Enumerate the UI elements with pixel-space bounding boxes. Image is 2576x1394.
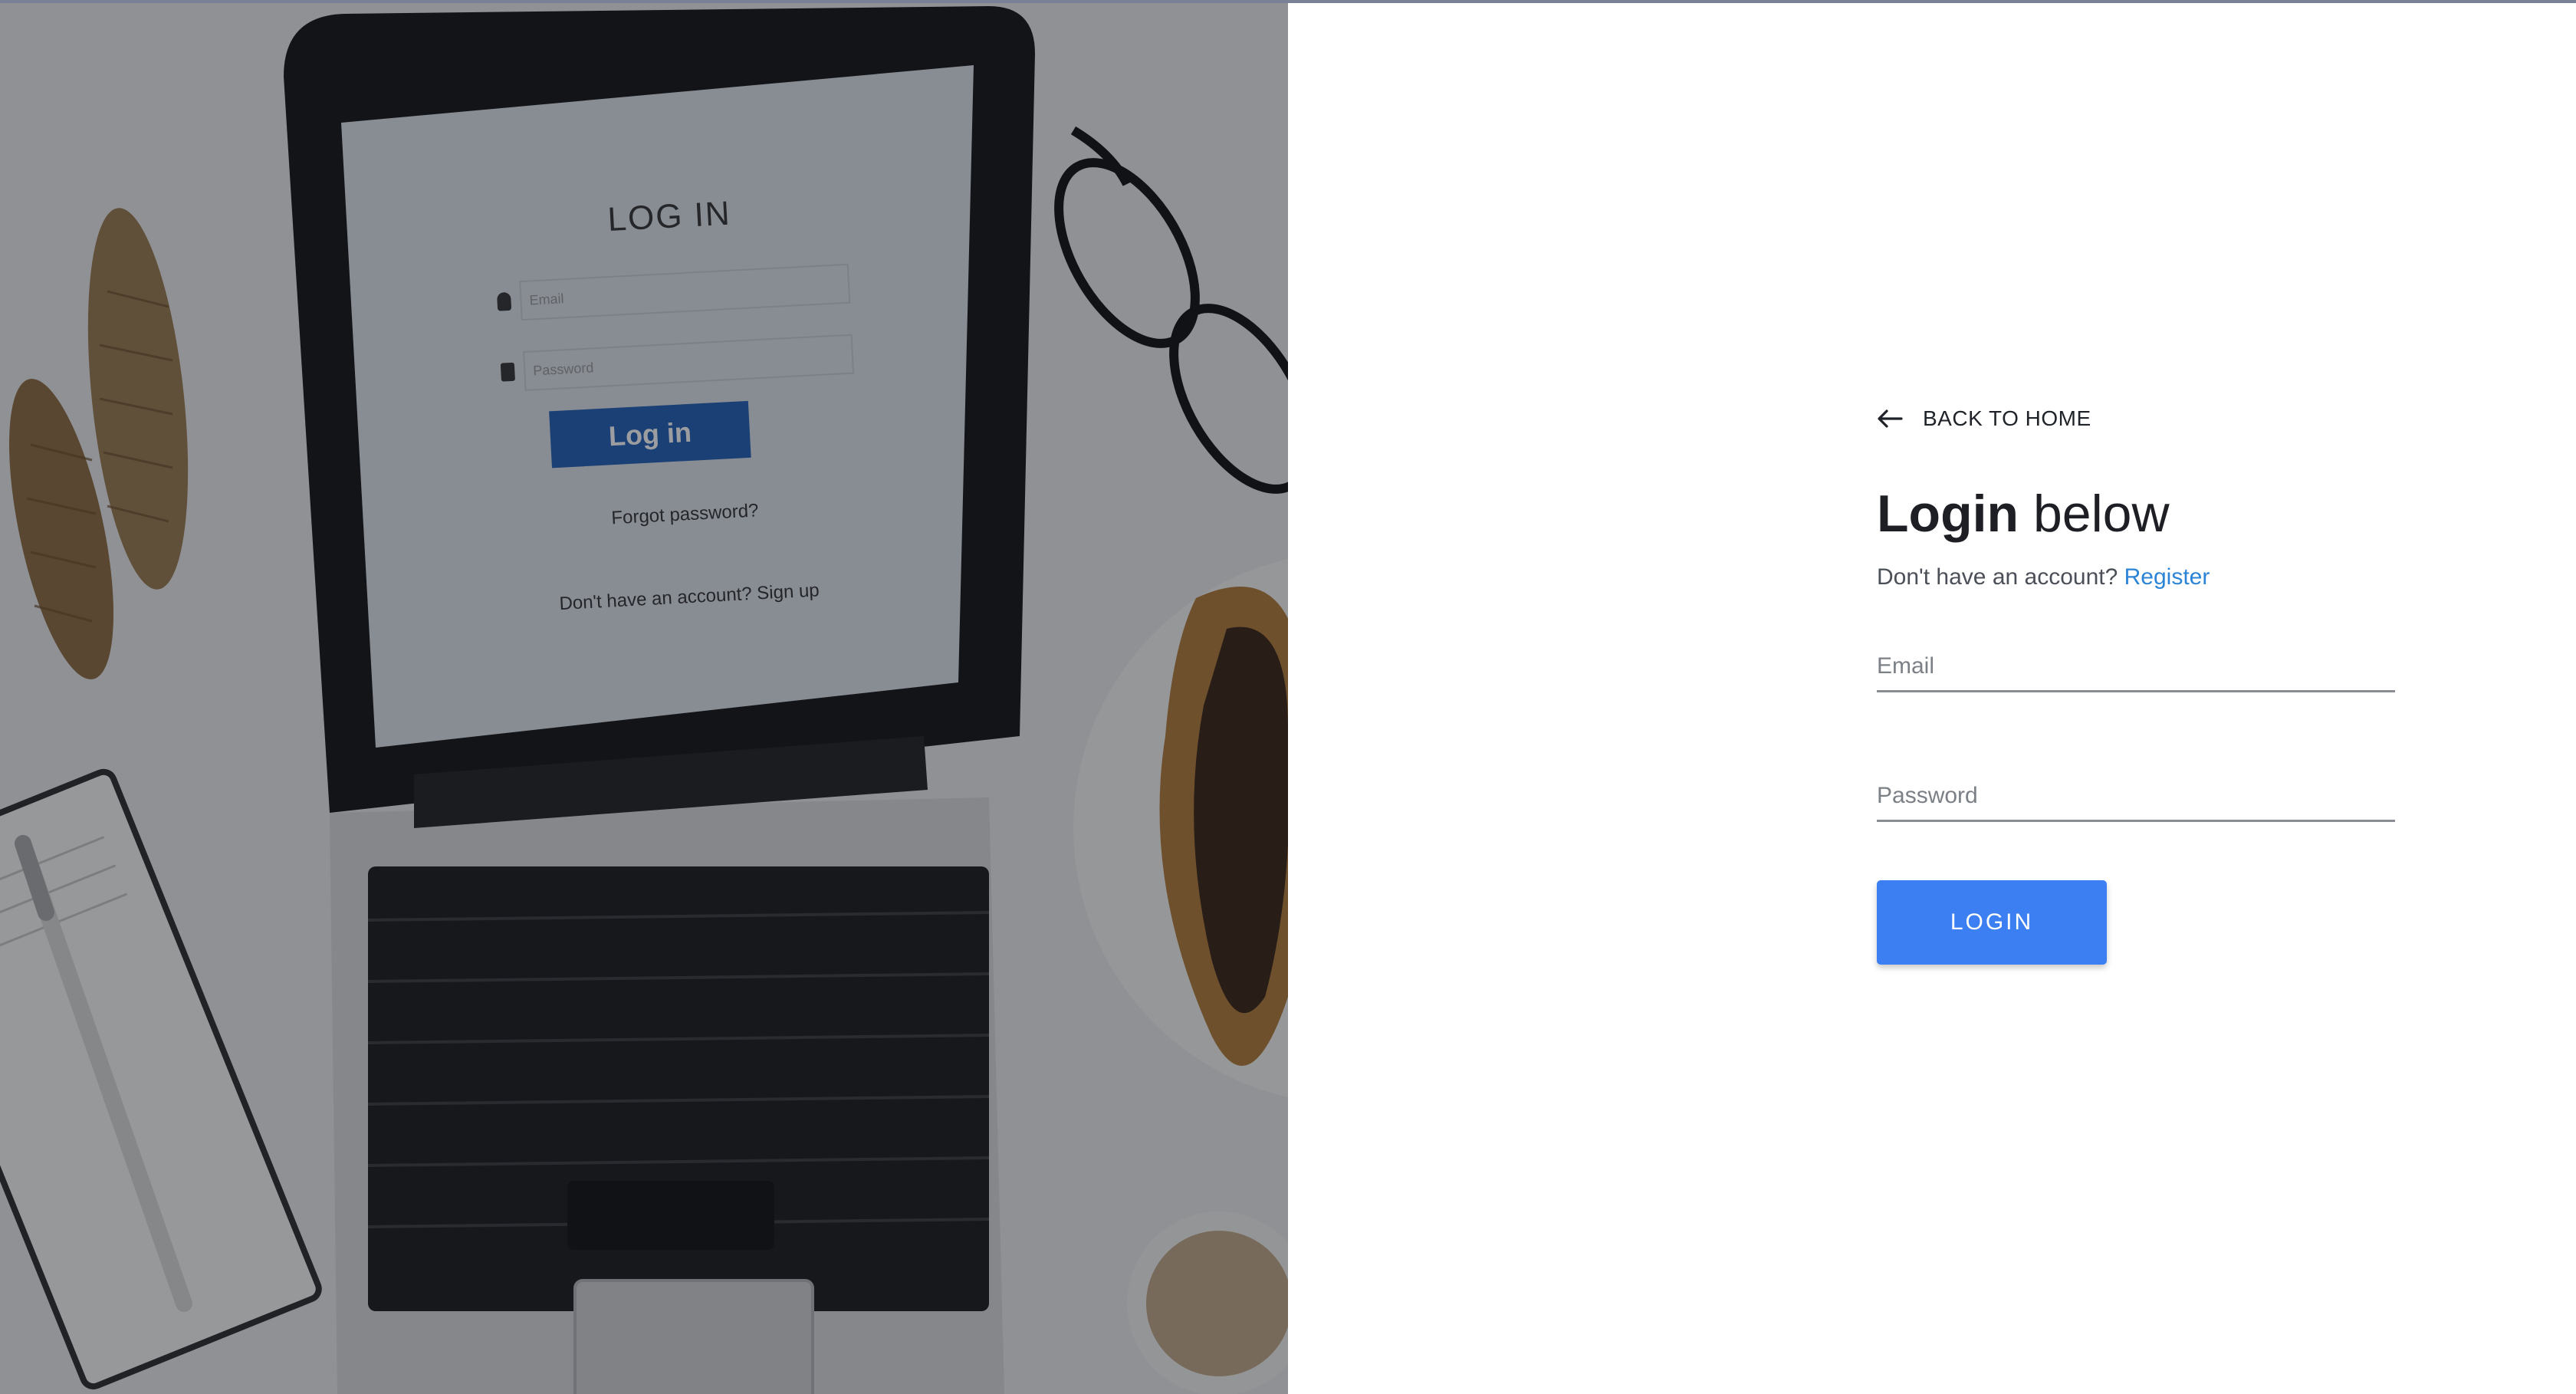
register-link[interactable]: Register xyxy=(2124,564,2210,590)
top-border xyxy=(0,0,2576,3)
password-field[interactable] xyxy=(1877,783,2395,809)
login-form: BACK TO HOME Login below Don't have an a… xyxy=(1877,397,2398,965)
register-prompt-text: Don't have an account? xyxy=(1877,564,2124,590)
login-page: LOG IN Email Password Log in Forgot pass… xyxy=(0,0,2576,1394)
page-title: Login below xyxy=(1877,483,2398,544)
back-to-home-link[interactable]: BACK TO HOME xyxy=(1877,397,2091,440)
title-light: below xyxy=(2019,485,2170,543)
password-field-container xyxy=(1877,758,2395,822)
arrow-left-icon xyxy=(1877,406,1903,432)
title-strong: Login xyxy=(1877,485,2019,543)
login-button[interactable]: LOGIN xyxy=(1877,880,2107,965)
hero-dark-overlay xyxy=(0,0,1288,1394)
hero-image-panel: LOG IN Email Password Log in Forgot pass… xyxy=(0,0,1288,1394)
email-field[interactable] xyxy=(1877,653,2395,679)
register-prompt: Don't have an account? Register xyxy=(1877,564,2398,590)
email-field-container xyxy=(1877,629,2395,692)
form-panel: BACK TO HOME Login below Don't have an a… xyxy=(1288,0,2576,1394)
back-to-home-label: BACK TO HOME xyxy=(1923,406,2091,430)
